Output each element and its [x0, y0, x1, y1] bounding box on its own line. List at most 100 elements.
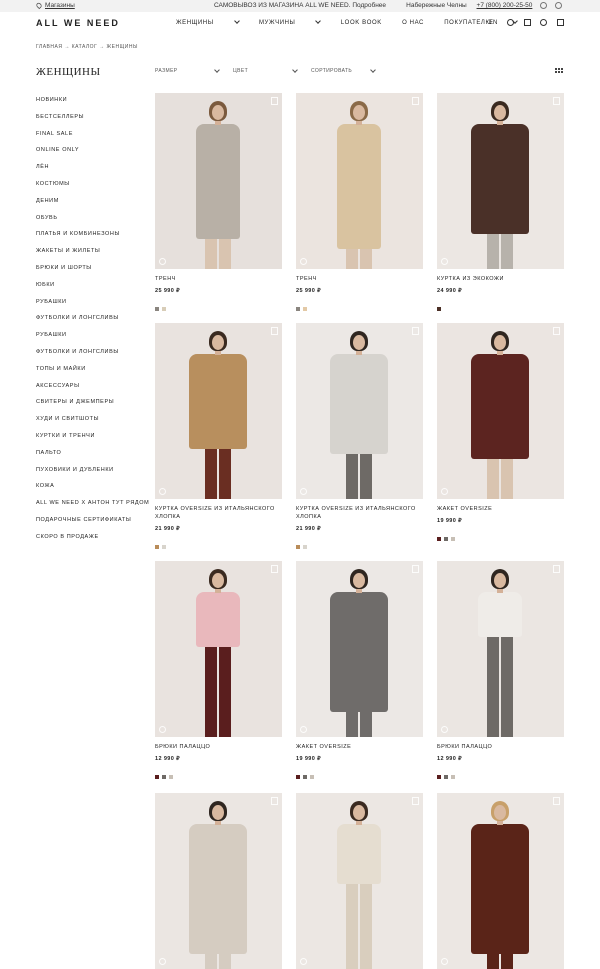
- bookmark-icon[interactable]: [553, 97, 560, 105]
- quick-view-icon[interactable]: [441, 488, 448, 495]
- product-image[interactable]: [437, 323, 564, 499]
- color-swatch[interactable]: [162, 775, 166, 779]
- product-image[interactable]: [296, 323, 423, 499]
- sidebar-item[interactable]: СВИТЕРЫ И ДЖЕМПЕРЫ: [36, 399, 114, 405]
- color-filter[interactable]: ЦВЕТ: [233, 67, 298, 74]
- bookmark-icon[interactable]: [412, 327, 419, 335]
- grid-view-icon[interactable]: [555, 68, 563, 74]
- sidebar-item[interactable]: ДЕНИМ: [36, 198, 59, 204]
- color-swatch[interactable]: [155, 545, 159, 549]
- product-image[interactable]: [155, 561, 282, 737]
- product-name[interactable]: КУРТКА OVERSIZE ИЗ ИТАЛЬЯНСКОГО ХЛОПКА: [296, 505, 423, 521]
- quick-view-icon[interactable]: [441, 726, 448, 733]
- sidebar-item[interactable]: БЕСТСЕЛЛЕРЫ: [36, 114, 84, 120]
- quick-view-icon[interactable]: [300, 726, 307, 733]
- logo[interactable]: ALL WE NEED: [36, 18, 120, 28]
- bookmark-icon[interactable]: [553, 565, 560, 573]
- bookmark-icon[interactable]: [523, 19, 531, 26]
- sidebar-item[interactable]: РУБАШКИ: [36, 332, 67, 338]
- sidebar-item[interactable]: ALL WE NEED X АНТОН ТУТ РЯДОМ: [36, 500, 149, 506]
- color-swatch[interactable]: [169, 775, 173, 779]
- user-icon[interactable]: [540, 19, 548, 26]
- sidebar-item[interactable]: ПУХОВИКИ И ДУБЛЕНКИ: [36, 467, 114, 473]
- color-swatch[interactable]: [303, 545, 307, 549]
- color-swatch[interactable]: [162, 307, 166, 311]
- quick-view-icon[interactable]: [441, 958, 448, 965]
- color-swatch[interactable]: [303, 307, 307, 311]
- color-swatch[interactable]: [155, 307, 159, 311]
- quick-view-icon[interactable]: [159, 258, 166, 265]
- product-name[interactable]: ТРЕНЧ: [155, 275, 282, 283]
- bookmark-icon[interactable]: [412, 797, 419, 805]
- sidebar-item[interactable]: ПЛАТЬЯ И КОМБИНЕЗОНЫ: [36, 231, 120, 237]
- quick-view-icon[interactable]: [441, 258, 448, 265]
- quick-view-icon[interactable]: [300, 488, 307, 495]
- product-name[interactable]: БРЮКИ ПАЛАЦЦО: [155, 743, 282, 751]
- color-swatch[interactable]: [296, 307, 300, 311]
- product-image[interactable]: [437, 793, 564, 969]
- sidebar-item[interactable]: ЮБКИ: [36, 282, 55, 288]
- sidebar-item[interactable]: ПОДАРОЧНЫЕ СЕРТИФИКАТЫ: [36, 517, 131, 523]
- sidebar-item[interactable]: КОЖА: [36, 483, 54, 489]
- sidebar-item[interactable]: АКСЕССУАРЫ: [36, 383, 80, 389]
- product-name[interactable]: БРЮКИ ПАЛАЦЦО: [437, 743, 564, 751]
- sidebar-item[interactable]: ЛЁН: [36, 164, 49, 170]
- bookmark-icon[interactable]: [412, 97, 419, 105]
- bookmark-icon[interactable]: [412, 565, 419, 573]
- nav-men[interactable]: МУЖЧИНЫ: [259, 18, 322, 26]
- sidebar-item[interactable]: ХУДИ И СВИТШОТЫ: [36, 416, 99, 422]
- sidebar-item[interactable]: БРЮКИ И ШОРТЫ: [36, 265, 92, 271]
- color-swatch[interactable]: [444, 537, 448, 541]
- quick-view-icon[interactable]: [300, 958, 307, 965]
- sidebar-item[interactable]: КУРТКИ И ТРЕНЧИ: [36, 433, 95, 439]
- sidebar-item[interactable]: ЖАКЕТЫ И ЖИЛЕТЫ: [36, 248, 100, 254]
- color-swatch[interactable]: [155, 775, 159, 779]
- quick-view-icon[interactable]: [159, 726, 166, 733]
- sidebar-item[interactable]: ФУТБОЛКИ И ЛОНГСЛИВЫ: [36, 315, 119, 321]
- sidebar-item[interactable]: РУБАШКИ: [36, 299, 67, 305]
- color-swatch[interactable]: [296, 545, 300, 549]
- product-image[interactable]: [296, 561, 423, 737]
- bookmark-icon[interactable]: [553, 797, 560, 805]
- sidebar-item[interactable]: ОБУВЬ: [36, 215, 58, 221]
- quick-view-icon[interactable]: [300, 258, 307, 265]
- color-swatch[interactable]: [437, 775, 441, 779]
- color-swatch[interactable]: [310, 775, 314, 779]
- color-swatch[interactable]: [437, 537, 441, 541]
- product-image[interactable]: [296, 793, 423, 969]
- bookmark-icon[interactable]: [271, 797, 278, 805]
- whatsapp-icon[interactable]: [540, 2, 548, 9]
- sidebar-item[interactable]: ФУТБОЛКИ И ЛОНГСЛИВЫ: [36, 349, 119, 355]
- product-name[interactable]: ТРЕНЧ: [296, 275, 423, 283]
- color-swatch[interactable]: [451, 537, 455, 541]
- bookmark-icon[interactable]: [271, 565, 278, 573]
- sidebar-item[interactable]: ТОПЫ И МАЙКИ: [36, 366, 86, 372]
- sidebar-item[interactable]: ПАЛЬТО: [36, 450, 61, 456]
- bookmark-icon[interactable]: [271, 327, 278, 335]
- language-switch[interactable]: EN: [489, 20, 497, 26]
- bookmark-icon[interactable]: [271, 97, 278, 105]
- sidebar-item[interactable]: СКОРО В ПРОДАЖЕ: [36, 534, 99, 540]
- product-image[interactable]: [437, 561, 564, 737]
- city-selector[interactable]: Набережные Челны: [406, 2, 467, 9]
- sidebar-item[interactable]: НОВИНКИ: [36, 97, 67, 103]
- nav-women[interactable]: ЖЕНЩИНЫ: [176, 18, 240, 26]
- product-name[interactable]: КУРТКА ИЗ ЭКОКОЖИ: [437, 275, 564, 283]
- product-image[interactable]: [437, 93, 564, 269]
- sidebar-item[interactable]: ONLINE ONLY: [36, 147, 79, 153]
- product-image[interactable]: [155, 793, 282, 969]
- color-swatch[interactable]: [444, 775, 448, 779]
- phone-link[interactable]: +7 (800) 200-25-50: [477, 2, 533, 9]
- size-filter[interactable]: РАЗМЕР: [155, 67, 220, 74]
- sort-filter[interactable]: СОРТИРОВАТЬ: [311, 67, 376, 74]
- product-name[interactable]: ЖАКЕТ OVERSIZE: [437, 505, 564, 513]
- color-swatch[interactable]: [303, 775, 307, 779]
- quick-view-icon[interactable]: [159, 958, 166, 965]
- nav-about[interactable]: О НАС: [402, 20, 424, 26]
- color-swatch[interactable]: [451, 775, 455, 779]
- sidebar-item[interactable]: FINAL SALE: [36, 131, 73, 137]
- product-image[interactable]: [296, 93, 423, 269]
- color-swatch[interactable]: [437, 307, 441, 311]
- product-name[interactable]: КУРТКА OVERSIZE ИЗ ИТАЛЬЯНСКОГО ХЛОПКА: [155, 505, 282, 521]
- quick-view-icon[interactable]: [159, 488, 166, 495]
